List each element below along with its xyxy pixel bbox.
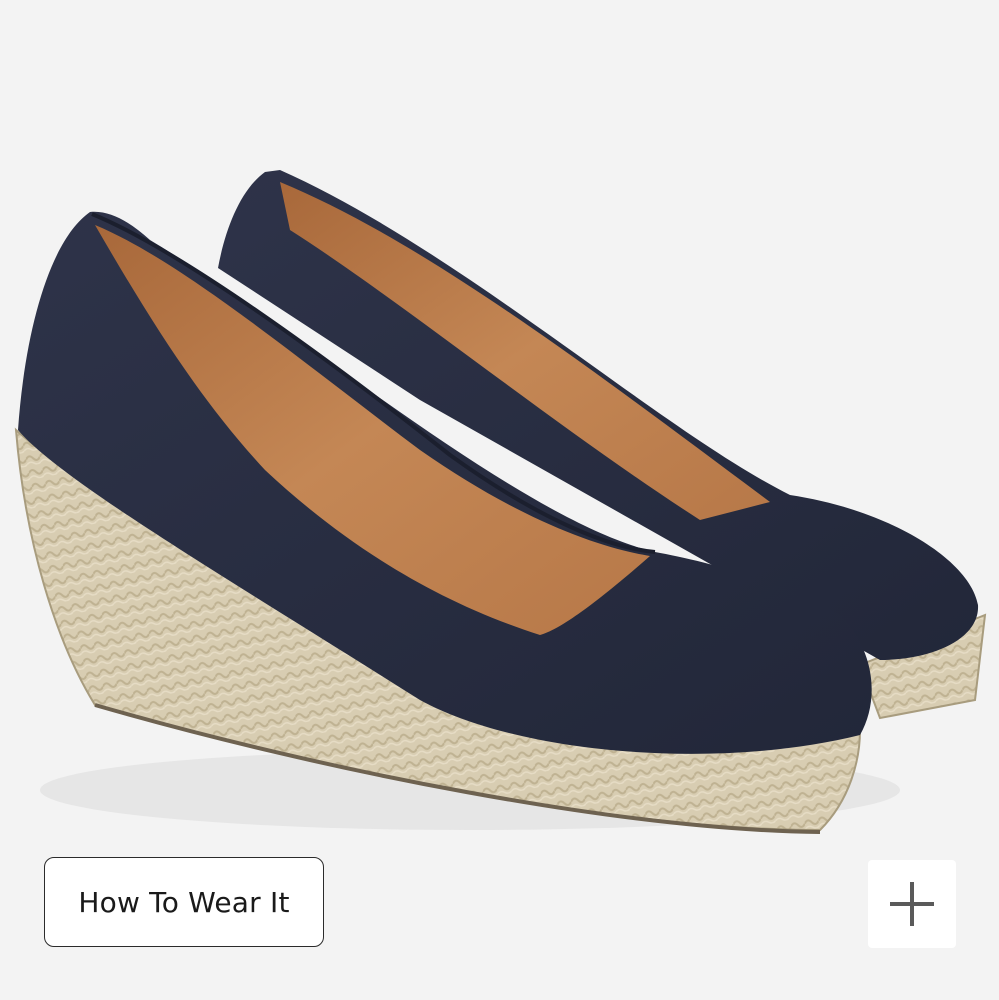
how-to-wear-label: How To Wear It	[78, 885, 290, 919]
how-to-wear-button[interactable]: How To Wear It	[44, 857, 324, 947]
expand-button[interactable]	[868, 860, 956, 948]
product-gallery: How To Wear It	[0, 0, 999, 1000]
plus-icon	[890, 882, 934, 926]
product-image	[14, 170, 987, 834]
